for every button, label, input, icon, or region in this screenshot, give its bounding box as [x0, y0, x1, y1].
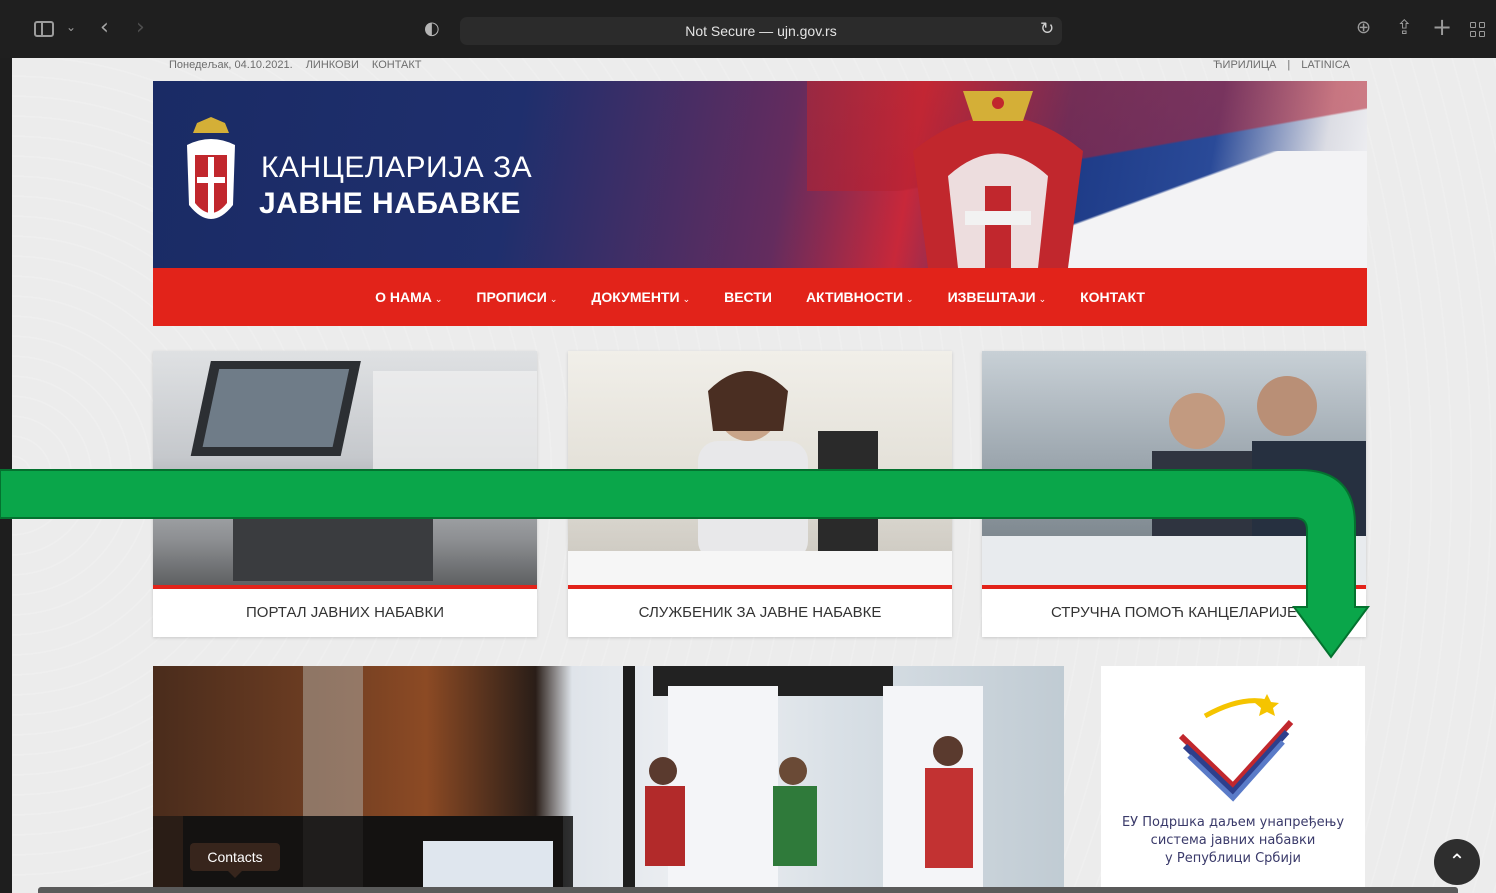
nav-item-regulations[interactable]: ПРОПИСИ ⌄: [476, 289, 557, 305]
top-info-bar: Понедељак, 04.10.2021. ЛИНКОВИ КОНТАКТ: [169, 58, 432, 72]
lang-latin-link[interactable]: LATINICA: [1301, 59, 1350, 71]
chevron-down-icon: ⌄: [1038, 294, 1047, 304]
site-title-line2[interactable]: ЈАВНЕ НАБАВКЕ: [259, 187, 521, 221]
browser-toolbar: ⌄ ‹ › ◐ Not Secure — ujn.gov.rs ↻ ⊕ ⇪ +: [0, 0, 1496, 58]
sidebar-toggle-icon[interactable]: [34, 21, 54, 37]
nav-item-contact[interactable]: КОНТАКТ: [1080, 289, 1145, 305]
chevron-down-icon: ⌄: [906, 294, 914, 304]
card-professional-help[interactable]: СТРУЧНА ПОМОЋ КАНЦЕЛАРИЈЕ: [982, 351, 1366, 637]
event-photo[interactable]: [153, 666, 1064, 893]
download-icon[interactable]: ⊕: [1356, 17, 1371, 38]
top-contact-link[interactable]: КОНТАКТ: [372, 59, 422, 71]
card-title[interactable]: СТРУЧНА ПОМОЋ КАНЦЕЛАРИЈЕ: [982, 589, 1366, 637]
scroll-to-top-button[interactable]: ⌃: [1434, 839, 1480, 885]
chevron-down-icon: ⌄: [434, 294, 443, 304]
new-tab-button[interactable]: +: [1432, 13, 1452, 41]
lang-cyrillic-link[interactable]: ЋИРИЛИЦА: [1213, 59, 1276, 71]
contacts-tooltip[interactable]: Contacts: [190, 843, 280, 878]
address-bar[interactable]: Not Secure — ujn.gov.rs: [460, 17, 1062, 45]
nav-item-documents[interactable]: ДОКУМЕНТИ ⌄: [591, 289, 690, 305]
card-image: [568, 351, 952, 587]
card-image: [153, 351, 537, 587]
coat-of-arms-flag-image: [913, 91, 1083, 268]
privacy-shield-icon[interactable]: ◐: [424, 18, 440, 39]
links-link[interactable]: ЛИНКОВИ: [306, 59, 359, 71]
reload-icon[interactable]: ↻: [1040, 19, 1054, 39]
header-banner: КАНЦЕЛАРИЈА ЗА ЈАВНЕ НАБАВКЕ: [153, 81, 1367, 268]
card-title[interactable]: СЛУЖБЕНИК ЗА ЈАВНЕ НАБАВКЕ: [568, 589, 952, 637]
eu-support-banner[interactable]: ЕУ Подршка даљем унапређењу система јавн…: [1101, 666, 1365, 893]
logo-coat-of-arms-icon: [187, 117, 235, 219]
back-button[interactable]: ‹: [100, 15, 109, 40]
card-title[interactable]: ПОРТАЛ ЈАВНИХ НАБАВКИ: [153, 589, 537, 637]
current-date: Понедељак, 04.10.2021.: [169, 59, 293, 71]
lang-separator: |: [1287, 59, 1291, 71]
eu-support-caption: ЕУ Подршка даљем унапређењу система јавн…: [1121, 815, 1345, 866]
forward-button[interactable]: ›: [136, 15, 145, 40]
chevron-down-icon: ⌄: [682, 294, 691, 304]
nav-item-news[interactable]: ВЕСТИ: [724, 289, 772, 305]
main-navigation: О НАМА ⌄ ПРОПИСИ ⌄ ДОКУМЕНТИ ⌄ ВЕСТИ АКТИВН…: [153, 268, 1367, 326]
share-icon[interactable]: ⇪: [1396, 15, 1413, 39]
card-procurement-officer[interactable]: СЛУЖБЕНИК ЗА ЈАВНЕ НАБАВКЕ: [568, 351, 952, 637]
tab-overview-icon[interactable]: [1470, 22, 1486, 38]
nav-item-about[interactable]: О НАМА ⌄: [375, 289, 442, 305]
language-switcher: ЋИРИЛИЦА | LATINICA: [1205, 58, 1350, 72]
site-title-line1[interactable]: КАНЦЕЛАРИЈА ЗА: [261, 151, 532, 185]
card-image: [982, 351, 1366, 587]
card-procurement-portal[interactable]: ПОРТАЛ ЈАВНИХ НАБАВКИ: [153, 351, 537, 637]
web-page: Понедељак, 04.10.2021. ЛИНКОВИ КОНТАКТ Ћ…: [12, 58, 1496, 893]
chevron-down-icon[interactable]: ⌄: [66, 20, 76, 34]
nav-item-reports[interactable]: ИЗВЕШТАЈИ ⌄: [948, 289, 1047, 305]
chevron-down-icon: ⌄: [549, 294, 558, 304]
eu-support-logo-icon: [1178, 694, 1294, 802]
nav-item-activities[interactable]: АКТИВНОСТИ ⌄: [806, 289, 914, 305]
dock-edge: [38, 887, 1458, 893]
